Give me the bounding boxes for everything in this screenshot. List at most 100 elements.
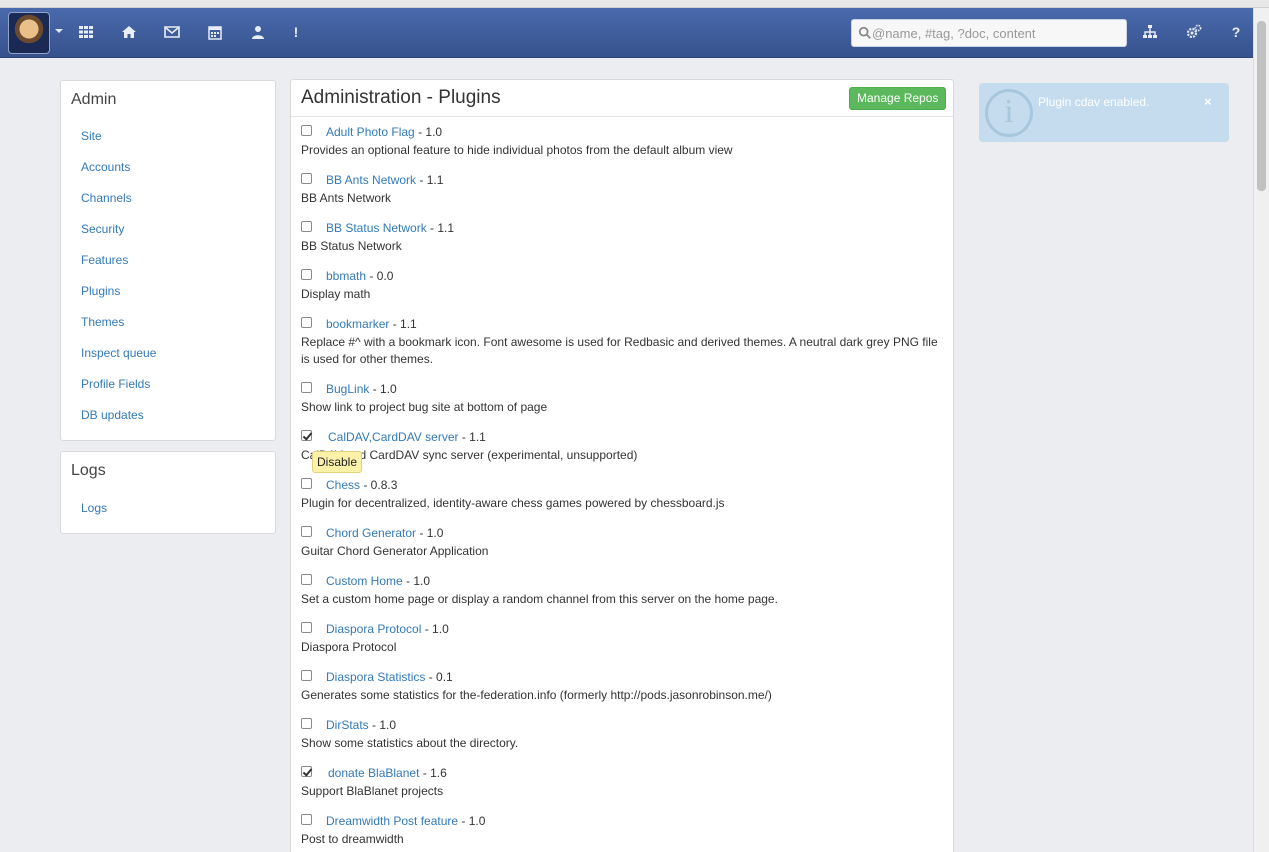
plugin-link[interactable]: Diaspora Protocol — [326, 622, 421, 636]
plugin-link[interactable]: DirStats — [326, 718, 369, 732]
manage-repos-button[interactable]: Manage Repos — [849, 87, 947, 110]
plugin-description: Display math — [301, 287, 371, 301]
plugin-version: - 1.1 — [426, 221, 455, 235]
sidebar-item-features[interactable]: Features — [81, 253, 128, 267]
search-icon — [858, 26, 871, 39]
logs-panel: Logs Logs — [60, 451, 276, 534]
plugin-description: Diaspora Protocol — [301, 640, 397, 654]
plugin-version: - 1.0 — [414, 125, 443, 139]
plugin-version: - 1.1 — [389, 317, 417, 331]
plugin-version: - 1.0 — [421, 622, 449, 636]
plugin-version: - 1.0 — [368, 718, 397, 732]
avatar[interactable] — [8, 12, 50, 54]
sidebar-item-security[interactable]: Security — [81, 222, 124, 236]
plugin-version: - 0.1 — [425, 670, 453, 684]
admin-panel-title: Admin — [71, 91, 117, 108]
plugin-toggle-checkbox[interactable] — [301, 317, 312, 328]
mail-icon[interactable] — [163, 23, 181, 41]
plugin-version: - 0.0 — [366, 269, 394, 283]
plugin-description: BB Ants Network — [301, 191, 392, 205]
plugin-link[interactable]: Custom Home — [326, 574, 403, 588]
page-title: Administration - Plugins — [301, 87, 501, 108]
sidebar-item-site[interactable]: Site — [81, 129, 102, 143]
plugin-description: Set a custom home page or display a rand… — [301, 592, 778, 606]
plugin-toggle-checkbox[interactable] — [301, 766, 312, 777]
plugin-link[interactable]: Chord Generator — [326, 526, 416, 540]
plugin-version: - 0.8.3 — [360, 478, 398, 492]
sitemap-icon[interactable] — [1141, 23, 1159, 41]
notifications-icon[interactable]: ! — [287, 23, 305, 41]
plugin-toggle-checkbox[interactable] — [301, 221, 312, 232]
plugin-version: - 1.0 — [369, 382, 397, 396]
plugin-link[interactable]: Diaspora Statistics — [326, 670, 425, 684]
plugin-description: Post to dreamwidth — [301, 832, 404, 846]
plugin-toggle-checkbox[interactable] — [301, 382, 312, 393]
plugin-version: - 1.0 — [416, 526, 444, 540]
plugin-link[interactable]: Dreamwidth Post feature — [326, 814, 458, 828]
top-navbar: ! ? — [0, 8, 1253, 58]
plugin-link[interactable]: Adult Photo Flag — [326, 125, 415, 139]
plugin-description: Plugin for decentralized, identity-aware… — [301, 496, 725, 510]
help-icon[interactable]: ? — [1227, 23, 1245, 41]
plugin-link[interactable]: BB Status Network — [326, 221, 427, 235]
plugin-link[interactable]: CalDAV,CardDAV server — [328, 430, 459, 444]
admin-panel: Admin Site Accounts Channels Security Fe… — [60, 80, 276, 441]
sidebar-item-plugins[interactable]: Plugins — [81, 284, 120, 298]
plugin-version: - 1.0 — [402, 574, 431, 588]
plugin-description: Show link to project bug site at bottom … — [301, 400, 548, 414]
plugin-toggle-checkbox[interactable] — [301, 478, 312, 489]
plugin-toggle-checkbox[interactable] — [301, 622, 312, 633]
plugin-toggle-checkbox[interactable] — [301, 125, 312, 136]
logs-panel-title: Logs — [71, 462, 106, 479]
plugin-link[interactable]: bookmarker — [326, 317, 389, 331]
search-box[interactable] — [851, 19, 1127, 47]
sidebar-item-channels[interactable]: Channels — [81, 191, 132, 205]
info-notification: i Plugin cdav enabled. × — [979, 83, 1229, 142]
home-icon[interactable] — [120, 23, 138, 41]
plugin-link[interactable]: BB Ants Network — [326, 173, 416, 187]
divider — [291, 116, 953, 117]
plugin-link[interactable]: bbmath — [326, 269, 366, 283]
settings-cogs-icon[interactable] — [1185, 23, 1203, 41]
user-icon[interactable] — [249, 23, 267, 41]
sidebar-item-logs[interactable]: Logs — [81, 501, 107, 515]
plugins-panel: Administration - Plugins Manage Repos Ad… — [290, 79, 954, 852]
plugin-description: Support BlaBlanet projects — [301, 784, 444, 798]
apps-grid-icon[interactable] — [77, 23, 95, 41]
disable-tooltip: Disable — [312, 451, 363, 473]
plugin-description: Generates some statistics for the-federa… — [301, 688, 772, 702]
calendar-icon[interactable] — [206, 23, 224, 41]
sidebar-item-profile-fields[interactable]: Profile Fields — [81, 377, 150, 391]
sidebar-item-accounts[interactable]: Accounts — [81, 160, 130, 174]
plugin-toggle-checkbox[interactable] — [301, 574, 312, 585]
plugin-toggle-checkbox[interactable] — [301, 718, 312, 729]
caret-down-icon[interactable] — [55, 29, 63, 33]
sidebar-item-inspect-queue[interactable]: Inspect queue — [81, 346, 156, 360]
plugin-version: - 1.1 — [458, 430, 486, 444]
plugin-toggle-checkbox[interactable] — [301, 526, 312, 537]
plugin-version: - 1.0 — [458, 814, 486, 828]
info-icon: i — [985, 89, 1033, 137]
plugin-toggle-checkbox[interactable] — [301, 173, 312, 184]
browser-top-strip — [0, 0, 1269, 8]
plugin-description: BB Status Network — [301, 239, 402, 253]
plugin-version: - 1.6 — [419, 766, 447, 780]
plugin-description: Replace #^ with a bookmark icon. Font aw… — [301, 335, 938, 366]
plugin-link[interactable]: Chess — [326, 478, 360, 492]
close-icon[interactable]: × — [1204, 94, 1212, 109]
page-scrollbar[interactable] — [1253, 8, 1269, 852]
plugin-toggle-checkbox[interactable] — [301, 814, 312, 825]
plugin-description: CalDAV and CardDAV sync server (experime… — [301, 448, 638, 462]
plugin-link[interactable]: donate BlaBlanet — [328, 766, 419, 780]
scrollbar-thumb[interactable] — [1257, 21, 1266, 191]
plugin-toggle-checkbox[interactable] — [301, 430, 312, 441]
search-input[interactable] — [872, 23, 1122, 43]
notification-text: Plugin cdav enabled. — [1038, 95, 1150, 109]
sidebar-item-themes[interactable]: Themes — [81, 315, 124, 329]
plugin-toggle-checkbox[interactable] — [301, 670, 312, 681]
plugin-link[interactable]: BugLink — [326, 382, 369, 396]
plugin-toggle-checkbox[interactable] — [301, 269, 312, 280]
plugin-version: - 1.1 — [416, 173, 444, 187]
sidebar-item-db-updates[interactable]: DB updates — [81, 408, 144, 422]
plugin-description: Guitar Chord Generator Application — [301, 544, 489, 558]
